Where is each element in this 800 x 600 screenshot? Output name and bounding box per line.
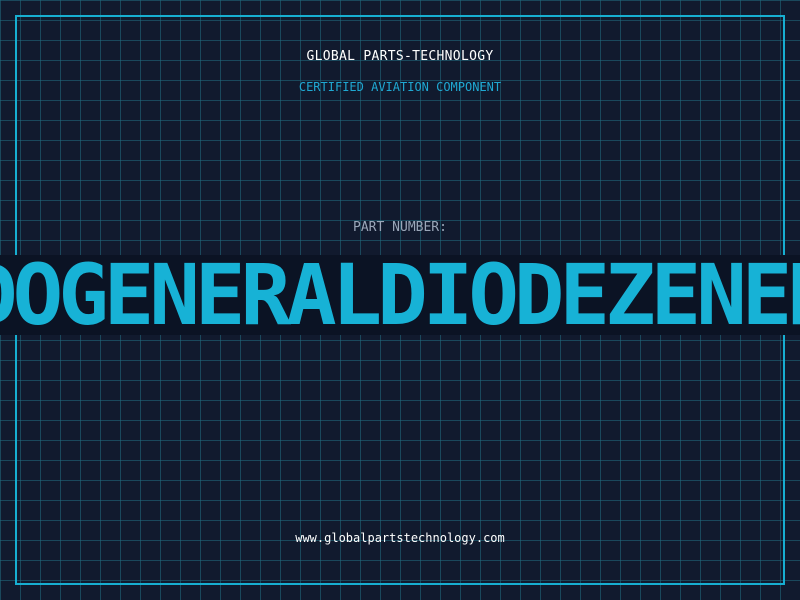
part-number-label: PART NUMBER: <box>353 220 447 235</box>
certification-subtitle: CERTIFIED AVIATION COMPONENT <box>298 80 502 94</box>
part-number-value: DOGENERALDIODEZENER <box>0 255 800 335</box>
company-name: GLOBAL PARTS-TECHNOLOGY <box>306 49 494 64</box>
part-number-band: DOGENERALDIODEZENER <box>0 255 800 335</box>
website-url: www.globalpartstechnology.com <box>295 531 505 545</box>
